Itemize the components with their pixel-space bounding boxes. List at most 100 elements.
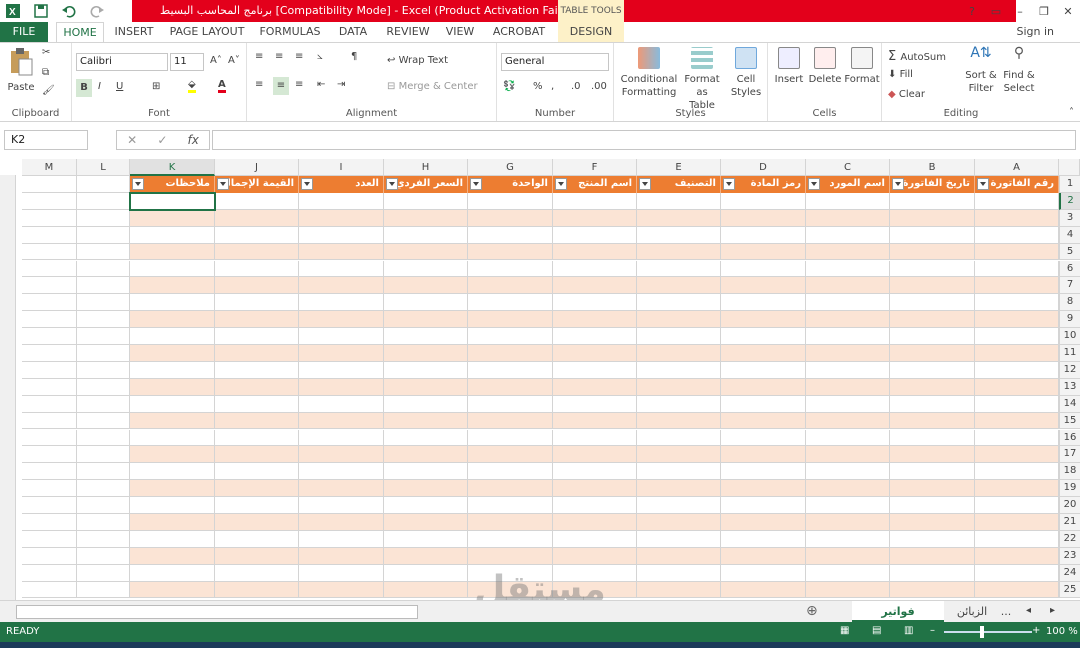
cell[interactable] bbox=[637, 514, 721, 531]
cell[interactable] bbox=[468, 345, 553, 362]
cell[interactable] bbox=[721, 311, 806, 329]
cell[interactable] bbox=[890, 361, 975, 379]
cell[interactable] bbox=[215, 514, 299, 531]
cell[interactable] bbox=[215, 429, 299, 447]
cell[interactable] bbox=[806, 378, 890, 396]
cell[interactable] bbox=[975, 260, 1059, 278]
column-header-i[interactable]: I bbox=[299, 159, 384, 176]
cell[interactable] bbox=[77, 530, 130, 548]
zoom-level[interactable]: 100 % bbox=[1046, 626, 1078, 637]
cell[interactable] bbox=[215, 209, 299, 227]
cell[interactable] bbox=[890, 328, 975, 345]
bold-button[interactable]: B bbox=[76, 79, 92, 97]
tab-view[interactable]: VIEW bbox=[440, 22, 480, 42]
paste-button[interactable]: Paste bbox=[4, 47, 38, 94]
cell[interactable] bbox=[637, 345, 721, 362]
cell[interactable] bbox=[975, 497, 1059, 514]
cell[interactable] bbox=[806, 209, 890, 227]
zoom-in-icon[interactable]: + bbox=[1032, 625, 1040, 636]
worksheet-grid[interactable]: M L K J I H G F E D C B A 1 ملاحظات القيمة الإجمالية الع… bbox=[0, 159, 1080, 600]
cell[interactable] bbox=[721, 260, 806, 278]
cell[interactable] bbox=[22, 581, 77, 599]
cell[interactable] bbox=[22, 294, 77, 312]
cell[interactable] bbox=[721, 514, 806, 531]
accounting-icon[interactable]: 💱 bbox=[503, 81, 515, 92]
filter-dropdown-icon[interactable] bbox=[217, 178, 229, 190]
cell[interactable] bbox=[77, 192, 130, 210]
cell[interactable] bbox=[975, 311, 1059, 329]
cell[interactable] bbox=[22, 378, 77, 396]
close-icon[interactable]: ✕ bbox=[1056, 0, 1080, 22]
enter-icon[interactable]: ✓ bbox=[157, 133, 167, 147]
cell[interactable] bbox=[22, 480, 77, 498]
cell[interactable] bbox=[77, 429, 130, 447]
cell[interactable] bbox=[553, 243, 637, 261]
cell[interactable] bbox=[384, 429, 468, 447]
cell[interactable] bbox=[22, 463, 77, 481]
format-cells-button[interactable]: Format bbox=[844, 47, 880, 86]
cell[interactable] bbox=[553, 480, 637, 498]
row-header[interactable]: 1 bbox=[1059, 176, 1080, 193]
cell[interactable] bbox=[468, 564, 553, 582]
minimize-icon[interactable]: – bbox=[1008, 0, 1032, 22]
cell[interactable] bbox=[130, 345, 215, 362]
cell[interactable] bbox=[806, 328, 890, 345]
cell[interactable] bbox=[637, 192, 721, 210]
increase-font-icon[interactable]: A˄ bbox=[210, 55, 222, 66]
cell[interactable] bbox=[299, 480, 384, 498]
cell[interactable] bbox=[637, 226, 721, 244]
cell[interactable] bbox=[890, 446, 975, 464]
cell[interactable] bbox=[553, 412, 637, 430]
tab-file[interactable]: FILE bbox=[0, 22, 48, 42]
ribbon-display-icon[interactable]: ▭ bbox=[984, 0, 1008, 22]
cell[interactable] bbox=[384, 547, 468, 565]
table-header-cell[interactable]: الواحدة bbox=[468, 176, 553, 193]
cell[interactable] bbox=[553, 345, 637, 362]
cell[interactable] bbox=[130, 429, 215, 447]
column-header-h[interactable]: H bbox=[384, 159, 468, 176]
format-as-table-button[interactable]: Format as Table bbox=[678, 47, 726, 112]
cell[interactable] bbox=[22, 192, 77, 210]
cell[interactable] bbox=[890, 463, 975, 481]
cell[interactable] bbox=[299, 311, 384, 329]
cell[interactable] bbox=[975, 378, 1059, 396]
cell[interactable] bbox=[77, 378, 130, 396]
cell[interactable] bbox=[553, 192, 637, 210]
cell[interactable] bbox=[384, 480, 468, 498]
cell[interactable] bbox=[130, 378, 215, 396]
cell[interactable] bbox=[299, 209, 384, 227]
table-header-cell[interactable]: التصنيف bbox=[637, 176, 721, 193]
cell[interactable] bbox=[215, 463, 299, 481]
cell[interactable] bbox=[806, 361, 890, 379]
fx-button[interactable]: fx bbox=[188, 133, 199, 147]
cell[interactable] bbox=[384, 497, 468, 514]
tab-home[interactable]: HOME bbox=[56, 22, 104, 42]
cell[interactable] bbox=[299, 226, 384, 244]
cell[interactable] bbox=[890, 412, 975, 430]
row-header[interactable]: 18 bbox=[1059, 463, 1080, 481]
cell[interactable] bbox=[553, 378, 637, 396]
cell[interactable] bbox=[77, 176, 130, 193]
cell[interactable] bbox=[637, 530, 721, 548]
cell[interactable] bbox=[890, 260, 975, 278]
column-header-a[interactable]: A bbox=[975, 159, 1059, 176]
cell[interactable] bbox=[130, 260, 215, 278]
cell[interactable] bbox=[721, 412, 806, 430]
cell[interactable] bbox=[721, 378, 806, 396]
row-header[interactable]: 23 bbox=[1059, 547, 1080, 565]
cell[interactable] bbox=[721, 463, 806, 481]
select-all-corner[interactable] bbox=[1059, 159, 1080, 176]
cell[interactable] bbox=[215, 446, 299, 464]
copy-icon[interactable]: ⧉ bbox=[42, 67, 49, 78]
filter-dropdown-icon[interactable] bbox=[386, 178, 398, 190]
cell[interactable] bbox=[468, 226, 553, 244]
filter-dropdown-icon[interactable] bbox=[470, 178, 482, 190]
cell[interactable] bbox=[806, 260, 890, 278]
cell[interactable] bbox=[553, 328, 637, 345]
cell[interactable] bbox=[215, 480, 299, 498]
cell[interactable] bbox=[215, 311, 299, 329]
cell[interactable] bbox=[721, 497, 806, 514]
cell[interactable] bbox=[890, 514, 975, 531]
table-header-cell[interactable]: اسم المورد bbox=[806, 176, 890, 193]
cell[interactable] bbox=[468, 547, 553, 565]
